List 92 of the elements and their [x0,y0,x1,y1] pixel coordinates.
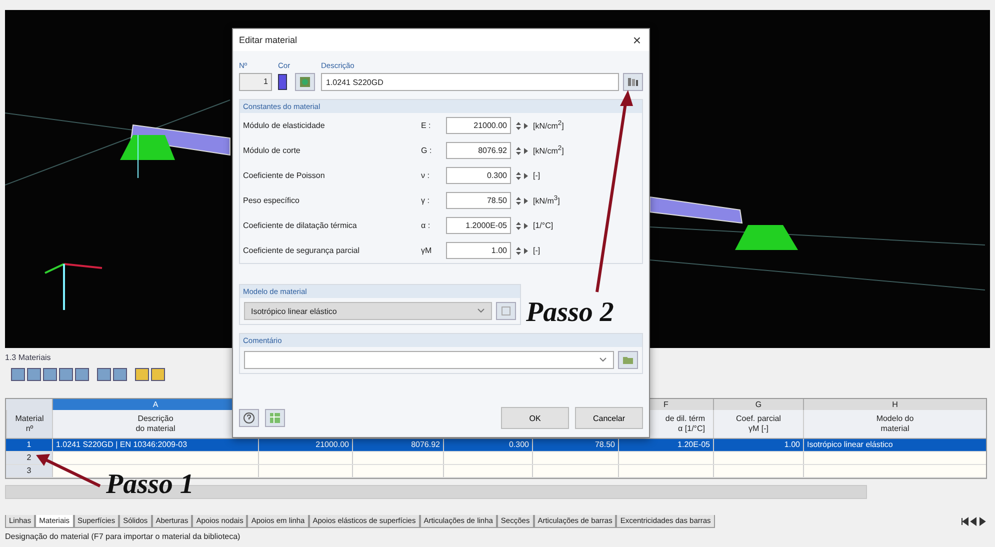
spinner-button[interactable] [514,220,530,232]
property-label: Coeficiente de Poisson [243,171,326,180]
table-toolbar-icon[interactable] [97,368,111,380]
support-drawing [735,225,798,250]
column-header: Descrição [138,414,174,424]
value-field[interactable]: 0.300 [446,167,511,184]
value-field[interactable]: 78.50 [446,192,511,209]
help-icon [243,412,255,424]
property-label: Módulo de elasticidade [243,121,326,130]
column-header: nº [26,424,34,434]
property-symbol: E : [421,121,432,130]
table-cell: 0.300 [508,440,529,449]
property-label: Coeficiente de segurança parcial [243,246,361,255]
value-field[interactable]: 1.2000E-05 [446,217,511,234]
books-icon [627,77,639,87]
property-label: Peso específico [243,196,300,205]
table-cell: 21000.00 [316,440,349,449]
table-toolbar-icon[interactable] [75,368,89,380]
panel-title: 1.3 Materiais [5,352,51,364]
comment-field[interactable] [244,351,614,369]
column-header: material [880,424,910,434]
column-letter: A [152,400,158,409]
unit-label: [-] [533,246,540,255]
column-letter: H [892,400,898,409]
column-letter: F [664,400,668,409]
column-header: de dil. térm [665,414,705,424]
status-text: Designação do material (F7 para importar o material da biblioteca) [5,531,242,543]
column-header: Material [15,414,44,424]
table-row[interactable]: 2 [6,452,986,465]
row-number: 3 [26,466,32,475]
property-symbol: γ : [421,196,430,205]
table-icon [269,412,281,424]
axis-triad-icon [44,263,102,310]
caret-icon [477,308,485,314]
spinner-button[interactable] [514,244,530,256]
table-cell: 8076.92 [411,440,440,449]
spinner-button[interactable] [514,144,530,156]
table-toolbar-icon[interactable] [113,368,127,380]
column-header: α [1/°C] [678,424,705,434]
table-cell: Isotrópico linear elástico [807,440,893,449]
column-header: do material [136,424,176,434]
table-toolbar-icon[interactable] [27,368,41,380]
table-toolbar-icon[interactable] [43,368,57,380]
value-field[interactable]: 21000.00 [446,117,511,134]
color-swatch[interactable] [278,74,287,90]
table-cell: 1.00 [784,440,800,449]
support-drawing [120,134,175,178]
property-symbol: γM [421,246,433,255]
property-label: Coeficiente de dilatação térmica [243,221,358,230]
dialog-title: Editar material [239,35,298,45]
caret-icon [599,357,607,363]
unit-label: [kN/cm$^{2}$] [533,145,564,156]
library-button[interactable] [623,73,643,91]
property-symbol: G : [421,146,433,155]
table-toolbar-icon[interactable] [135,368,149,380]
table-toolbar-icon[interactable] [151,368,165,380]
column-header: Coef. parcial [736,414,781,424]
spinner-button[interactable] [514,120,530,132]
help-button[interactable] [239,409,259,427]
property-symbol: α : [421,221,432,230]
value-field[interactable]: 1.00 [446,242,511,259]
annotation-text: Passo 2 [526,298,614,328]
row-number: 2 [26,453,32,462]
ok-button[interactable]: OK [501,407,569,429]
table-toolbar-icon[interactable] [59,368,73,380]
unit-label: [kN/m$^{3}$] [533,195,560,206]
unit-label: [-] [533,171,540,180]
table-toolbar-icon[interactable] [11,368,25,380]
close-button[interactable]: × [630,32,643,48]
number-field[interactable]: 1 [239,73,272,91]
square-icon [500,305,512,317]
annotation-arrow [36,454,101,488]
column-header: Modelo do [876,414,914,424]
column-letter: G [755,400,762,409]
material-model-dropdown[interactable]: Isotrópico linear elástico [244,302,492,320]
table-cell: 1.20E-05 [678,440,710,449]
property-label: Módulo de corte [243,146,302,155]
folder-icon [622,355,634,365]
property-symbol: ν : [421,171,430,180]
unit-label: [1/°C] [533,221,554,230]
table-cell: 1.0241 S220GD | EN 10346:2009-03 [56,440,188,449]
spinner-button[interactable] [514,194,530,206]
cancel-button[interactable]: Cancelar [575,407,643,429]
unit-label: [kN/cm$^{2}$] [533,120,564,131]
table-cell: 78.50 [594,440,615,449]
color-picker-button[interactable] [295,73,315,91]
description-field[interactable]: 1.0241 S220GD [321,73,619,91]
row-number: 1 [26,440,32,449]
spinner-button[interactable] [514,170,530,182]
table-row[interactable]: 1 1.0241 S220GD | EN 10346:2009-03 21000.00 8076.92 0.300 78.50 1.20E-05 1.00 Isotrópico linear elástico [6,439,986,452]
value-field[interactable]: 8076.92 [446,142,511,159]
column-header: γM [-] [748,424,768,434]
